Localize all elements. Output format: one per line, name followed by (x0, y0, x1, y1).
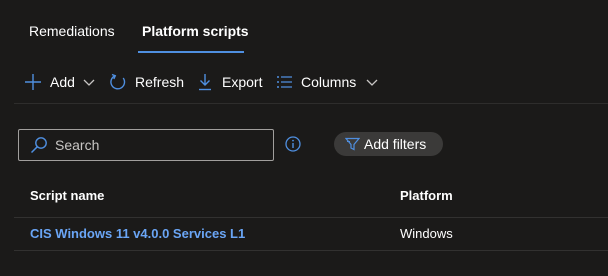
refresh-button-label: Refresh (135, 74, 185, 90)
search-icon (30, 136, 48, 154)
tab-bar: Remediations Platform scripts (0, 0, 608, 56)
filter-icon (345, 137, 360, 151)
table-header-divider (14, 217, 608, 218)
columns-button[interactable]: Columns (276, 70, 378, 94)
add-filters-button[interactable]: Add filters (334, 132, 443, 156)
toolbar-divider (14, 103, 608, 104)
chevron-down-icon (83, 76, 95, 88)
tab-platform-scripts[interactable]: Platform scripts (142, 23, 249, 39)
column-header-platform[interactable]: Platform (400, 188, 453, 203)
chevron-down-icon (366, 76, 378, 88)
search-box[interactable] (18, 129, 274, 161)
add-button[interactable]: Add (24, 70, 95, 94)
columns-list-icon (276, 75, 293, 89)
info-icon[interactable] (285, 136, 301, 152)
add-button-label: Add (50, 74, 75, 90)
export-button-label: Export (222, 74, 263, 90)
script-name-link[interactable]: CIS Windows 11 v4.0.0 Services L1 (30, 226, 245, 241)
search-input[interactable] (55, 137, 255, 153)
download-icon (197, 73, 213, 91)
command-bar: Add Refresh Export Columns (0, 66, 608, 98)
add-filters-label: Add filters (364, 136, 427, 152)
column-header-script-name[interactable]: Script name (30, 188, 104, 203)
columns-button-label: Columns (301, 74, 357, 90)
row-divider (14, 250, 608, 251)
refresh-button[interactable]: Refresh (109, 70, 184, 94)
export-button[interactable]: Export (197, 70, 262, 94)
tab-remediations[interactable]: Remediations (29, 23, 115, 39)
refresh-icon (109, 73, 127, 91)
plus-icon (24, 73, 42, 91)
platform-cell: Windows (400, 226, 453, 241)
active-tab-indicator (138, 51, 244, 53)
